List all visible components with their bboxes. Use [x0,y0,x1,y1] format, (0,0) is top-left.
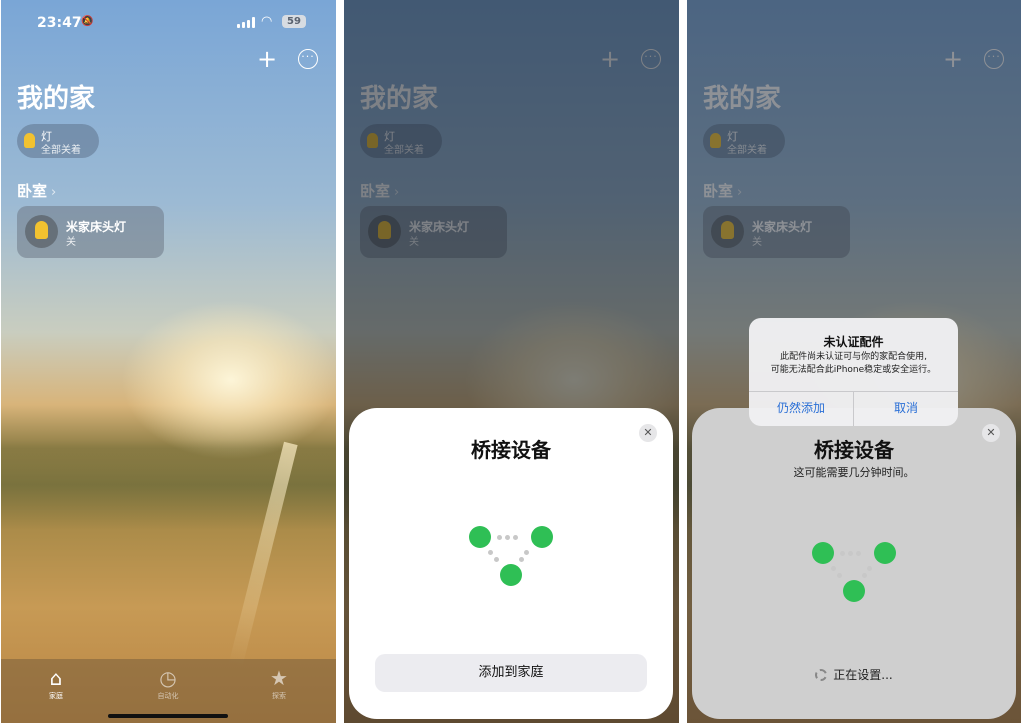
link-dot [494,557,499,562]
status-time: 23:47 [37,15,82,31]
alert-title: 未认证配件 [823,335,884,349]
bridge-node [812,542,834,564]
tab-explore[interactable]: ★ 探索 [249,667,309,701]
bridge-network-icon [812,542,896,608]
bridge-sheet: ✕ 桥接设备 添加到家庭 [349,408,673,719]
accessory-tile[interactable]: 米家床头灯 关 [17,206,164,258]
add-anyway-button[interactable]: 仍然添加 [749,391,853,426]
alert-message-line: 可能无法配合此iPhone稳定或安全运行。 [770,365,937,375]
bridge-node [469,526,491,548]
link-dot [856,551,861,556]
screenshot-collage: 23:47 🔕 ◠ 59 + ··· 我的家 灯 全部关着 卧室 › 米家床头灯 … [0,0,1021,723]
tab-label: 自动化 [157,692,179,700]
battery-indicator: 59 [282,15,306,28]
bridge-network-icon [469,526,553,592]
link-dot [488,550,493,555]
wifi-icon: ◠ [261,14,273,29]
home-indicator [108,714,228,718]
link-dot [524,550,529,555]
link-dot [831,566,836,571]
add-icon[interactable]: + [254,46,280,72]
link-dot [862,573,867,578]
progress-label: 正在设置... [833,668,893,682]
tab-label: 家庭 [49,692,63,700]
link-dot [505,535,510,540]
silent-bell-icon: 🔕 [81,16,94,27]
bridge-node [874,542,896,564]
bridge-sheet-phone: + ··· 我的家 灯 全部关着 卧室› 米家床头灯 关 ✕ 桥接设备 [344,0,679,723]
setup-progress: 正在设置... [692,666,1016,683]
sheet-title: 桥接设备 [471,438,551,462]
room-header[interactable]: 卧室 › [17,180,56,201]
link-dot [519,557,524,562]
star-icon: ★ [270,666,288,690]
house-icon: ⌂ [49,666,63,690]
page-title: 我的家 [17,84,96,114]
link-dot [837,573,842,578]
sun-glow [121,300,336,460]
alert-message-line: 此配件尚未认证可与你的家配合使用, [780,352,927,362]
link-dot [513,535,518,540]
bridge-node [843,580,865,602]
home-screen-phone: 23:47 🔕 ◠ 59 + ··· 我的家 灯 全部关着 卧室 › 米家床头灯 … [1,0,336,723]
cellular-signal-icon [237,17,255,28]
cancel-button[interactable]: 取消 [854,391,958,426]
chip-status: 全部关着 [41,145,81,156]
lights-summary-chip[interactable]: 灯 全部关着 [17,124,99,158]
bridge-node [500,564,522,586]
tab-home[interactable]: ⌂ 家庭 [26,667,86,701]
lightbulb-icon [35,221,48,239]
tab-automation[interactable]: ◷ 自动化 [138,667,198,701]
tab-label: 探索 [272,692,286,700]
lightbulb-icon [24,133,35,148]
sheet-title: 桥接设备 [814,438,894,462]
more-options-icon[interactable]: ··· [298,49,318,69]
chevron-right-icon: › [51,185,57,200]
setup-sheet: ✕ 桥接设备 这可能需要几分钟时间。 正在设置... [692,408,1016,719]
spinner-icon [815,669,828,681]
link-dot [840,551,845,556]
accessory-icon-circle[interactable] [25,215,58,248]
accessory-state: 关 [66,237,76,248]
bridge-node [531,526,553,548]
link-dot [848,551,853,556]
room-name: 卧室 [17,182,48,200]
status-bar: 23:47 🔕 ◠ 59 [1,0,336,44]
sheet-subtitle: 这可能需要几分钟时间。 [793,466,915,479]
uncertified-accessory-alert: 未认证配件 此配件尚未认证可与你的家配合使用, 可能无法配合此iPhone稳定或… [749,318,958,426]
setup-alert-phone: + ··· 我的家 灯 全部关着 卧室› 米家床头灯 关 ✕ 桥接设备 这可能需… [687,0,1021,723]
alert-message: 此配件尚未认证可与你的家配合使用, 可能无法配合此iPhone稳定或安全运行。 [757,351,950,377]
link-dot [867,566,872,571]
add-to-home-button[interactable]: 添加到家庭 [375,654,647,692]
link-dot [497,535,502,540]
clock-icon: ◷ [159,666,177,690]
